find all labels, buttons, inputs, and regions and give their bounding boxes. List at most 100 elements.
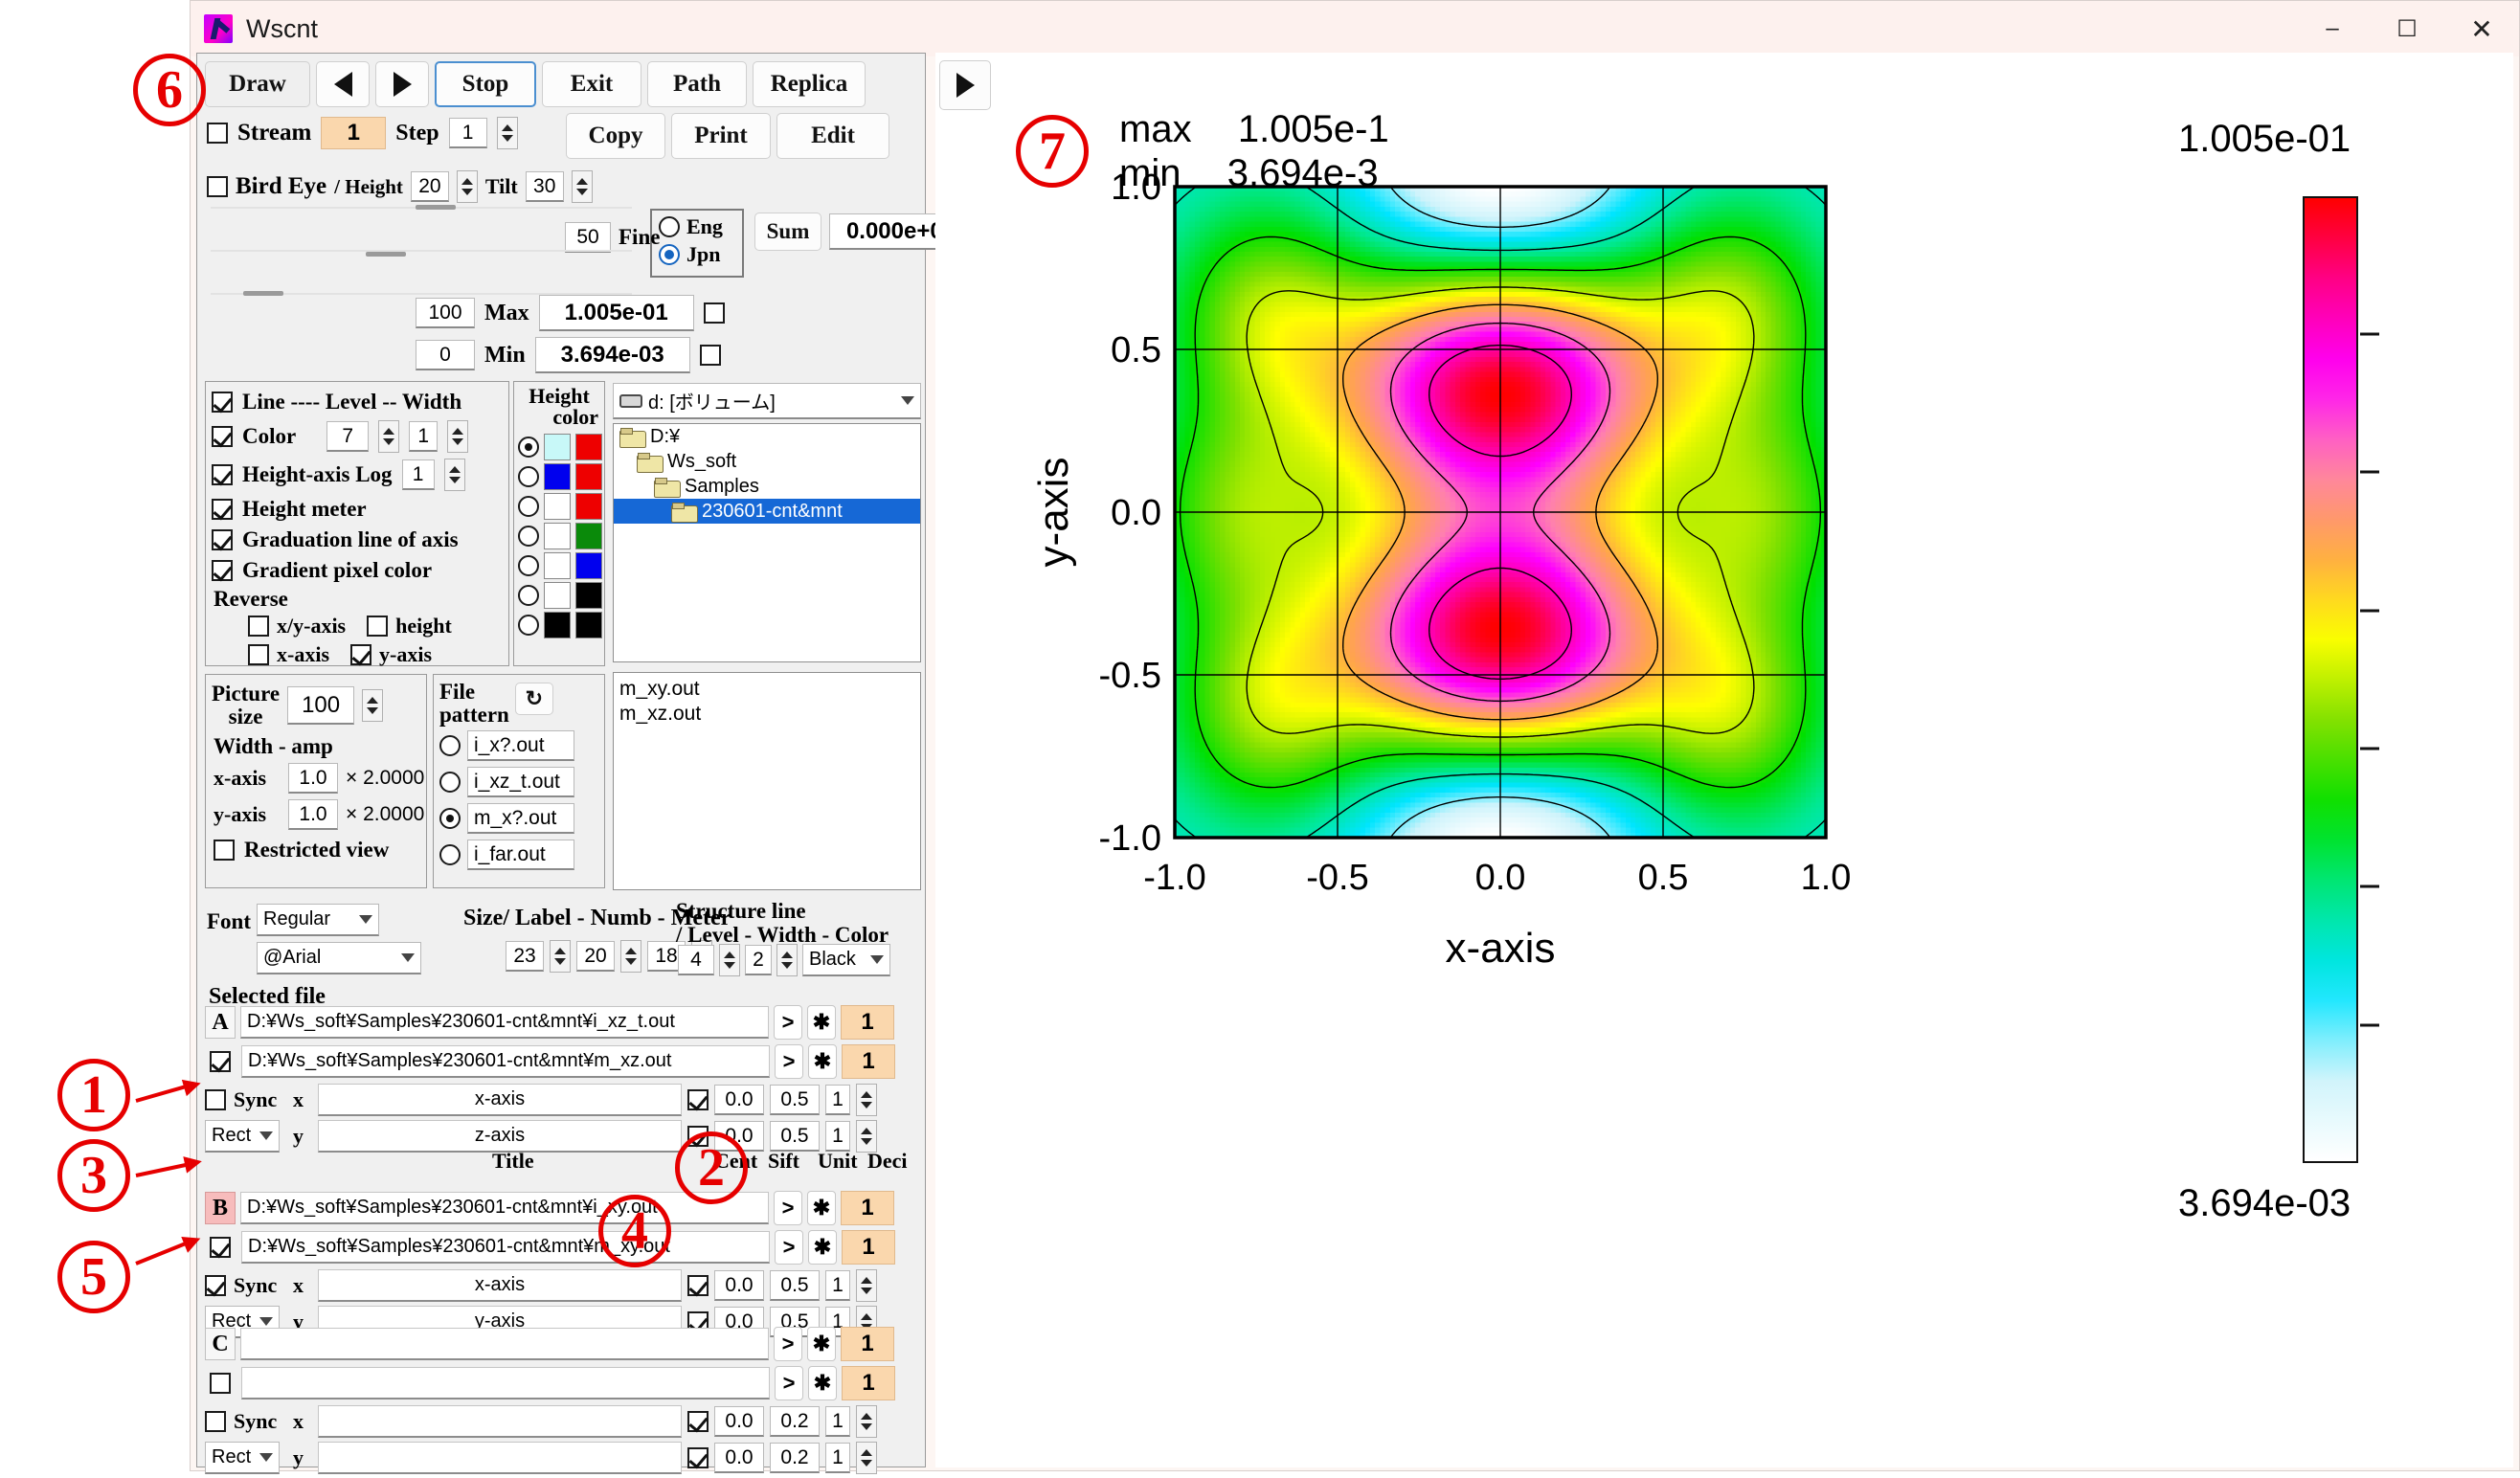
file-pattern-option[interactable]: i_xz_t.out <box>439 767 604 797</box>
stream-value[interactable]: 1 <box>321 117 386 149</box>
file-group-tag[interactable]: C <box>205 1328 236 1360</box>
stop-button[interactable]: Stop <box>435 61 536 107</box>
color-swatch-high[interactable] <box>575 463 602 490</box>
slider-thumb-3[interactable] <box>243 291 283 296</box>
axis-title-input[interactable] <box>318 1405 682 1438</box>
label-size-input[interactable]: 23 <box>506 941 544 972</box>
sift-input[interactable]: 0.0 <box>714 1443 764 1473</box>
shape-select[interactable]: Rect <box>205 1442 280 1474</box>
drive-select[interactable]: d: [ボリューム] <box>613 383 921 419</box>
file-pattern-label[interactable]: i_xz_t.out <box>467 767 574 797</box>
print-button[interactable]: Print <box>671 113 771 159</box>
file-pattern-label[interactable]: i_x?.out <box>467 730 574 761</box>
color-checkbox[interactable] <box>212 426 233 447</box>
sync-checkbox[interactable] <box>205 1411 226 1432</box>
contour-plot[interactable]: 1.00.50.0-0.5-1.0 -1.0-0.50.00.51.0 y-ax… <box>993 158 1855 1211</box>
unit-input[interactable]: 0.5 <box>770 1121 820 1152</box>
file-path-input[interactable] <box>240 1328 769 1360</box>
file-pattern-label[interactable]: i_far.out <box>467 840 574 870</box>
color-swatch-low[interactable] <box>544 434 571 460</box>
height-color-radio[interactable] <box>518 437 539 458</box>
browse-button[interactable]: > <box>774 1191 802 1225</box>
browse-button[interactable]: > <box>775 1230 803 1265</box>
deci-value[interactable]: 1 <box>842 1230 895 1265</box>
unit-input[interactable]: 0.5 <box>770 1085 820 1115</box>
height-color-row[interactable] <box>518 582 604 609</box>
tree-item[interactable]: Samples <box>614 474 920 499</box>
height-color-row[interactable] <box>518 434 604 460</box>
gradient-pixel-checkbox[interactable] <box>212 560 233 581</box>
axis-title-input[interactable]: x-axis <box>318 1084 682 1116</box>
color-swatch-high[interactable] <box>575 582 602 609</box>
browse-button[interactable]: > <box>774 1327 802 1361</box>
color-width-spinner[interactable] <box>447 420 468 453</box>
reverse-x-checkbox[interactable] <box>248 644 269 665</box>
file-group-tag[interactable]: B <box>205 1192 236 1224</box>
tilt-spinner[interactable] <box>572 170 593 203</box>
height-color-row[interactable] <box>518 612 604 638</box>
picture-size-spinner[interactable] <box>362 689 383 722</box>
slider-thumb-1[interactable] <box>416 205 456 210</box>
struct-level-spinner[interactable] <box>719 944 740 976</box>
color-level-input[interactable]: 7 <box>326 421 369 452</box>
maximize-icon[interactable]: ☐ <box>2370 1 2444 56</box>
slider-thumb-2[interactable] <box>366 252 406 257</box>
jpn-radio[interactable] <box>659 244 680 265</box>
fine-input[interactable]: 50 <box>565 222 611 253</box>
height-color-radio[interactable] <box>518 555 539 576</box>
deci-input[interactable]: 1 <box>825 1443 850 1473</box>
reverse-height-checkbox[interactable] <box>367 616 388 637</box>
reverse-y-checkbox[interactable] <box>350 644 371 665</box>
color-swatch-low[interactable] <box>544 463 571 490</box>
refresh-icon[interactable]: ↻ <box>515 683 553 715</box>
browse-button[interactable]: > <box>774 1005 802 1040</box>
height-spinner[interactable] <box>457 170 478 203</box>
color-width-input[interactable]: 1 <box>409 421 438 452</box>
height-color-row[interactable] <box>518 523 604 549</box>
height-input[interactable]: 20 <box>411 171 449 202</box>
max-percent-input[interactable]: 100 <box>416 298 475 328</box>
sync-checkbox[interactable] <box>205 1089 226 1110</box>
file-list[interactable]: m_xy.outm_xz.out <box>613 672 921 890</box>
file-pattern-option[interactable]: i_x?.out <box>439 730 604 761</box>
minimize-icon[interactable]: – <box>2295 1 2370 56</box>
deci-spinner[interactable] <box>856 1405 877 1438</box>
file-pattern-radio[interactable] <box>439 735 461 756</box>
color-swatch-low[interactable] <box>544 552 571 579</box>
log-spinner[interactable] <box>444 459 465 491</box>
reverse-xy-checkbox[interactable] <box>248 616 269 637</box>
struct-width-input[interactable]: 2 <box>745 945 772 975</box>
picture-y-input[interactable]: 1.0 <box>288 799 338 830</box>
deci-value[interactable]: 1 <box>841 1191 894 1225</box>
wildcard-button[interactable]: ✱ <box>807 1005 836 1040</box>
color-swatch-high[interactable] <box>575 523 602 549</box>
color-swatch-low[interactable] <box>544 612 571 638</box>
eng-radio[interactable] <box>659 216 680 237</box>
file-list-item[interactable]: m_xy.out <box>619 677 920 702</box>
picture-size-input[interactable]: 100 <box>287 686 354 725</box>
wildcard-button[interactable]: ✱ <box>807 1191 836 1225</box>
min-fix-checkbox[interactable] <box>700 345 721 366</box>
file-pattern-option[interactable]: i_far.out <box>439 840 604 870</box>
height-color-row[interactable] <box>518 463 604 490</box>
draw-button[interactable]: Draw <box>205 61 310 107</box>
file-pattern-option[interactable]: m_x?.out <box>439 803 604 834</box>
deci-value[interactable]: 1 <box>842 1366 895 1400</box>
browse-button[interactable]: > <box>775 1044 803 1079</box>
file-enable-checkbox[interactable] <box>210 1373 231 1394</box>
picture-x-input[interactable]: 1.0 <box>288 763 338 794</box>
file-pattern-radio[interactable] <box>439 844 461 865</box>
graduation-checkbox[interactable] <box>212 529 233 550</box>
step-spinner[interactable] <box>497 117 518 149</box>
axis-title-input[interactable] <box>318 1442 682 1474</box>
height-color-row[interactable] <box>518 552 604 579</box>
line-checkbox[interactable] <box>212 392 233 413</box>
deci-spinner[interactable] <box>856 1269 877 1302</box>
unit-input[interactable]: 0.5 <box>770 1270 820 1301</box>
color-swatch-low[interactable] <box>544 493 571 520</box>
color-swatch-high[interactable] <box>575 612 602 638</box>
browse-button[interactable]: > <box>775 1366 803 1400</box>
deci-input[interactable]: 1 <box>825 1406 850 1437</box>
prev-button[interactable] <box>316 61 370 107</box>
wildcard-button[interactable]: ✱ <box>808 1044 837 1079</box>
